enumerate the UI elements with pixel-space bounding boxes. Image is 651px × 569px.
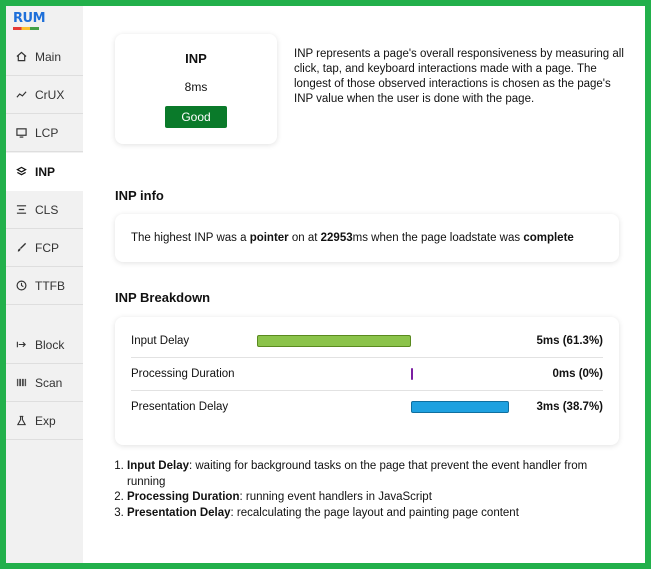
sidebar-item-label: CLS	[35, 202, 59, 217]
logo-color-bar	[13, 27, 39, 30]
sidebar-item-exp[interactable]: Exp	[6, 402, 83, 440]
note-item: Presentation Delay: recalculating the pa…	[127, 506, 625, 522]
breakdown-bar-presentation-delay	[411, 401, 509, 413]
sidebar-item-label: TTFB	[35, 278, 65, 293]
layers-icon	[15, 166, 27, 178]
sidebar-item-label: Scan	[35, 375, 63, 390]
interaction-type: pointer	[249, 232, 289, 244]
breakdown-row: Input Delay 5ms (61.3%)	[131, 325, 603, 358]
breakdown-bar-input-delay	[257, 335, 412, 347]
note-text: : recalculating the page layout and pain…	[230, 506, 519, 519]
sidebar-item-label: Exp	[35, 413, 56, 428]
sidebar: RUM Main CrUX LCP INP CLS FCP TTFB Block…	[6, 6, 83, 563]
note-term: Processing Duration	[127, 491, 240, 503]
sidebar-item-ttfb[interactable]: TTFB	[6, 267, 83, 305]
info-time-unit: ms when the page loadstate was	[352, 232, 524, 244]
monitor-icon	[15, 127, 27, 139]
trend-icon	[15, 89, 27, 101]
breakdown-row: Presentation Delay 3ms (38.7%)	[131, 391, 603, 424]
sidebar-item-label: Block	[35, 337, 65, 352]
sidebar-item-cls[interactable]: CLS	[6, 191, 83, 229]
inp-info-heading: INP info	[115, 188, 164, 203]
brush-icon	[15, 242, 27, 254]
breakdown-label: Presentation Delay	[131, 401, 229, 413]
metric-value: 8ms	[184, 80, 208, 94]
sidebar-item-block[interactable]: Block	[6, 326, 83, 364]
breakdown-label: Input Delay	[131, 335, 190, 347]
interaction-time: 22953	[320, 232, 353, 244]
clock-icon	[15, 280, 27, 292]
breakdown-value: 0ms (0%)	[552, 368, 604, 380]
breakdown-label: Processing Duration	[131, 368, 235, 380]
sidebar-item-lcp[interactable]: LCP	[6, 114, 83, 152]
inp-breakdown-heading: INP Breakdown	[115, 290, 211, 305]
inp-breakdown-card: Input Delay 5ms (61.3%) Processing Durat…	[115, 317, 619, 445]
info-mid: on at	[288, 232, 321, 244]
barcode-icon	[15, 377, 27, 389]
note-item: Input Delay: waiting for background task…	[127, 459, 625, 490]
rum-logo: RUM	[13, 11, 46, 33]
sidebar-item-crux[interactable]: CrUX	[6, 76, 83, 114]
breakdown-value: 3ms (38.7%)	[536, 401, 603, 413]
main-content: INP 8ms Good INP represents a page's ove…	[83, 6, 645, 563]
note-term: Input Delay	[127, 460, 189, 472]
sidebar-item-label: LCP	[35, 125, 59, 140]
inp-description: INP represents a page's overall responsi…	[294, 48, 624, 105]
arrow-bar-icon	[15, 339, 27, 351]
sidebar-item-label: INP	[35, 164, 56, 179]
inp-info-text: The highest INP was a pointer on at 2295…	[131, 232, 574, 244]
app-frame: RUM Main CrUX LCP INP CLS FCP TTFB Block…	[6, 6, 645, 563]
breakdown-bar-processing-duration	[411, 368, 414, 380]
note-text: : waiting for background tasks on the pa…	[127, 460, 588, 488]
flask-icon	[15, 415, 27, 427]
inp-info-card: The highest INP was a pointer on at 2295…	[115, 214, 619, 262]
breakdown-notes: Input Delay: waiting for background task…	[115, 459, 625, 521]
breakdown-row: Processing Duration 0ms (0%)	[131, 358, 603, 391]
sidebar-item-label: Main	[35, 49, 62, 64]
sidebar-item-scan[interactable]: Scan	[6, 364, 83, 402]
loadstate: complete	[523, 232, 574, 244]
home-icon	[15, 51, 27, 63]
info-prefix: The highest INP was a	[131, 232, 250, 244]
metric-title: INP	[185, 51, 207, 66]
logo-text: RUM	[13, 11, 46, 26]
notes-list: Input Delay: waiting for background task…	[115, 459, 625, 521]
sidebar-item-label: FCP	[35, 240, 59, 255]
sidebar-item-label: CrUX	[35, 87, 65, 102]
inp-metric-card: INP 8ms Good	[115, 34, 277, 144]
sidebar-item-fcp[interactable]: FCP	[6, 229, 83, 267]
note-text: : running event handlers in JavaScript	[239, 491, 432, 503]
breakdown-value: 5ms (61.3%)	[536, 335, 603, 347]
rating-badge: Good	[165, 106, 227, 128]
note-item: Processing Duration: running event handl…	[127, 490, 625, 506]
note-term: Presentation Delay	[127, 506, 231, 519]
sidebar-item-main[interactable]: Main	[6, 38, 83, 76]
sidebar-item-inp[interactable]: INP	[6, 153, 83, 191]
align-icon	[15, 204, 27, 216]
